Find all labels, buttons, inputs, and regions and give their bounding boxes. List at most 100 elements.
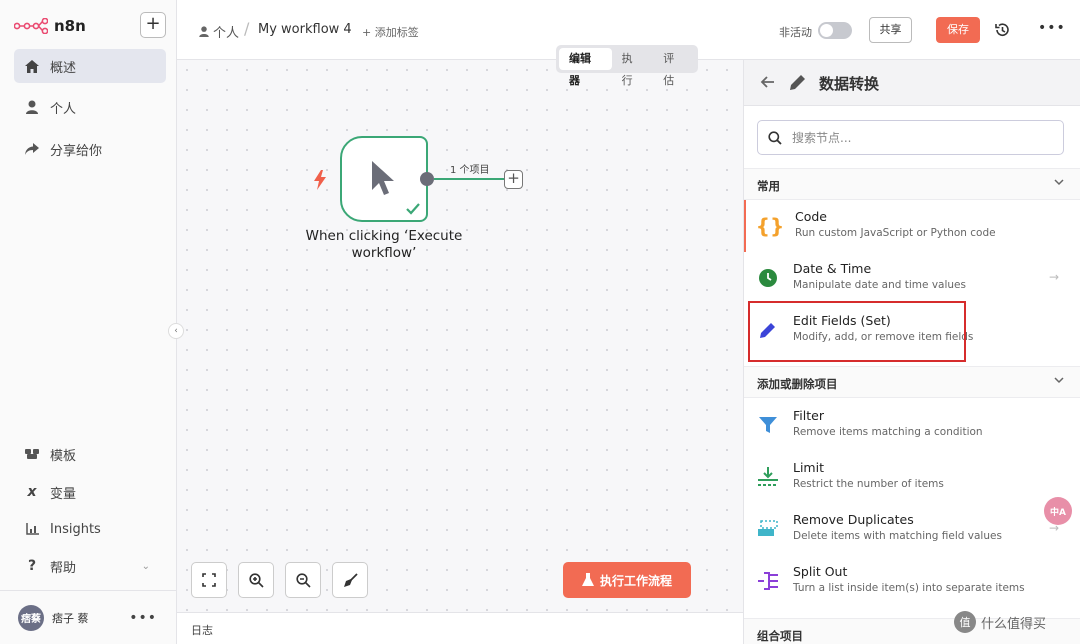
node-item-name: Split Out — [793, 564, 848, 579]
node-item-name: Date & Time — [793, 261, 872, 276]
watermark-text: 什么值得买 — [981, 616, 1047, 632]
n8n-logo-icon — [14, 18, 48, 34]
filter-icon — [756, 413, 780, 437]
breadcrumb-separator: / — [244, 19, 250, 38]
arrow-right-icon: → — [1048, 270, 1059, 284]
log-bar[interactable]: 日志 — [177, 612, 743, 644]
sidebar-item-label: 帮助 — [50, 560, 77, 576]
sidebar-item-label: 分享给你 — [50, 143, 103, 159]
add-tag-button[interactable]: + 添加标签 — [362, 24, 419, 40]
save-button[interactable]: 保存 — [936, 17, 980, 43]
sidebar-item-help[interactable]: ? 帮助 ⌄ — [14, 549, 166, 583]
sidebar-item-templates[interactable]: 模板 — [14, 437, 166, 471]
sidebar-item-overview[interactable]: 概述 — [14, 49, 166, 83]
tidy-up-button[interactable] — [332, 562, 368, 598]
zoom-out-button[interactable] — [285, 562, 321, 598]
sidebar-item-personal[interactable]: 个人 — [14, 90, 166, 124]
active-toggle[interactable] — [818, 22, 852, 39]
template-icon — [24, 446, 40, 462]
output-port[interactable] — [420, 172, 434, 186]
cursor-icon — [372, 161, 394, 195]
section-add-remove-items[interactable]: 添加或删除项目 — [744, 366, 1080, 398]
node-item-desc: Restrict the number of items — [793, 478, 944, 490]
fit-view-button[interactable] — [191, 562, 227, 598]
node-item-name: Code — [795, 209, 828, 224]
add-node-button[interactable]: + — [504, 170, 523, 189]
user-icon — [24, 99, 40, 115]
tab-editor[interactable]: 编辑器 — [559, 48, 612, 87]
execute-workflow-button[interactable]: 执行工作流程 — [563, 562, 691, 598]
execute-workflow-label: 执行工作流程 — [599, 573, 672, 588]
node-search-box[interactable] — [757, 120, 1064, 155]
search-icon — [768, 130, 782, 145]
section-label: 添加或删除项目 — [757, 377, 838, 391]
avatar[interactable]: 痞蔡 — [18, 604, 44, 631]
history-icon[interactable] — [993, 21, 1011, 39]
back-arrow-icon[interactable] — [760, 74, 776, 90]
node-item-limit[interactable]: Limit Restrict the number of items — [744, 451, 1080, 503]
sidebar-item-variables[interactable]: x 变量 — [14, 475, 166, 509]
sidebar-item-label: 概述 — [50, 60, 77, 76]
collapse-sidebar-button[interactable]: ‹ — [168, 323, 184, 339]
user-menu-button[interactable]: ••• — [129, 610, 157, 626]
zoom-in-button[interactable] — [238, 562, 274, 598]
sidebar-item-label: 模板 — [50, 448, 77, 464]
more-menu-button[interactable]: ••• — [1038, 20, 1066, 36]
view-tabs: 编辑器 执行 评估 — [556, 45, 698, 87]
sidebar-item-label: 变量 — [50, 486, 77, 502]
node-item-split-out[interactable]: Split Out Turn a list inside item(s) int… — [744, 555, 1080, 607]
add-button[interactable]: + — [140, 12, 166, 38]
active-status-label: 非活动 — [779, 26, 812, 39]
node-item-name: Filter — [793, 408, 824, 423]
sidebar-item-label: Insights — [50, 521, 101, 537]
help-icon: ? — [27, 558, 37, 574]
section-label: 组合项目 — [757, 629, 803, 643]
connection-items-label: 1 个项目 — [450, 165, 490, 176]
node-item-desc: Delete items with matching field values — [793, 530, 1002, 542]
node-item-desc: Remove items matching a condition — [793, 426, 983, 438]
limit-icon — [756, 465, 780, 489]
translate-badge[interactable]: 中A — [1044, 497, 1072, 525]
code-braces-icon: {} — [755, 214, 785, 238]
search-input[interactable] — [792, 130, 1042, 145]
workflow-name[interactable]: My workflow 4 — [258, 22, 352, 37]
flask-icon — [581, 573, 594, 586]
sidebar-item-insights[interactable]: Insights — [14, 512, 166, 546]
section-label: 常用 — [757, 179, 780, 193]
home-icon — [24, 58, 40, 74]
node-title: When clicking ‘Execute workflow’ — [305, 228, 463, 261]
share-icon — [24, 141, 40, 157]
trigger-node[interactable] — [340, 136, 428, 222]
duplicates-icon — [756, 517, 780, 541]
user-area: 痞蔡 痞子 蔡 ••• — [0, 590, 177, 644]
broom-icon — [343, 572, 358, 587]
check-icon — [406, 203, 420, 215]
chevron-down-icon: ⌄ — [141, 560, 150, 572]
watermark: 值 什么值得买 — [954, 611, 1046, 633]
node-item-code[interactable]: {} Code Run custom JavaScript or Python … — [744, 200, 1080, 252]
sidebar-item-shared[interactable]: 分享给你 — [14, 132, 166, 166]
annotation-highlight-box — [748, 301, 966, 362]
node-item-desc: Turn a list inside item(s) into separate… — [793, 582, 1025, 594]
zoom-in-icon — [248, 572, 264, 588]
breadcrumb-owner[interactable]: 个人 — [199, 22, 239, 41]
lightning-icon — [314, 170, 326, 190]
section-common[interactable]: 常用 — [744, 168, 1080, 200]
node-item-filter[interactable]: Filter Remove items matching a condition — [744, 399, 1080, 451]
node-item-remove-duplicates[interactable]: Remove Duplicates Delete items with matc… — [744, 503, 1080, 555]
log-label: 日志 — [191, 624, 213, 637]
node-item-desc: Manipulate date and time values — [793, 279, 966, 291]
connection-line — [434, 178, 504, 180]
tab-evaluations[interactable]: 评估 — [653, 48, 695, 87]
sidebar-item-label: 个人 — [50, 101, 77, 117]
user-name: 痞子 蔡 — [52, 611, 89, 625]
share-button[interactable]: 共享 — [869, 17, 912, 43]
node-item-date-time[interactable]: Date & Time Manipulate date and time val… — [744, 252, 1080, 304]
tab-executions[interactable]: 执行 — [612, 48, 654, 87]
variable-icon: x — [27, 484, 37, 500]
workflow-canvas[interactable] — [177, 60, 743, 644]
node-item-name: Remove Duplicates — [793, 512, 914, 527]
chevron-down-icon — [1054, 179, 1064, 186]
panel-title: 数据转换 — [819, 75, 880, 93]
clock-icon — [756, 266, 780, 290]
